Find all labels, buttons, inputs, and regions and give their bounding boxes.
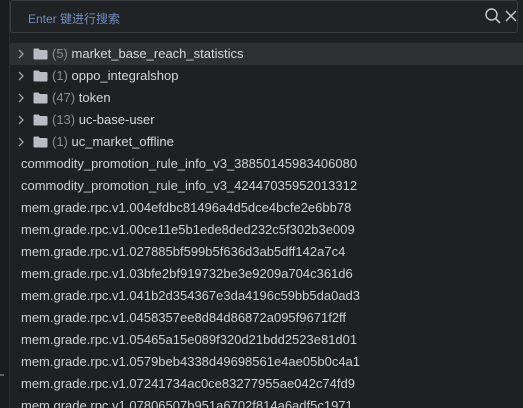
folder-name: uc_market_offline <box>71 134 174 149</box>
key-row[interactable]: mem.grade.rpc.v1.004efdbc81496a4d5dce4bc… <box>10 197 523 219</box>
key-row[interactable]: mem.grade.rpc.v1.05465a15e089f320d21bdd2… <box>10 329 523 351</box>
folder-row[interactable]: (1) uc_market_offline <box>10 131 523 153</box>
chevron-right-icon[interactable] <box>17 137 25 147</box>
folder-name: market_base_reach_statistics <box>71 46 244 61</box>
key-name: mem.grade.rpc.v1.0458357ee8d84d86872a095… <box>21 310 347 325</box>
folder-icon <box>33 70 48 82</box>
close-icon[interactable] <box>503 7 519 25</box>
folder-icon <box>33 48 48 60</box>
key-row[interactable]: mem.grade.rpc.v1.0458357ee8d84d86872a095… <box>10 307 523 329</box>
key-row[interactable]: mem.grade.rpc.v1.07806507b951a6702f814a6… <box>10 395 523 408</box>
folder-label: (47) token <box>52 87 111 109</box>
key-name: commodity_promotion_rule_info_v3_3885014… <box>21 156 358 171</box>
folder-name: uc-base-user <box>78 112 155 127</box>
folder-row[interactable]: (47) token <box>10 87 523 109</box>
key-row[interactable]: commodity_promotion_rule_info_v3_4244703… <box>10 175 523 197</box>
folder-label: (1) oppo_integralshop <box>52 65 179 87</box>
key-tree: (5) market_base_reach_statistics (1) oppo… <box>10 43 523 408</box>
key-row[interactable]: mem.grade.rpc.v1.00ce11e5b1ede8ded232c5f… <box>10 219 523 241</box>
key-browser-panel: Enter 键进行搜索 (5) market_base_reach_statis… <box>0 0 523 408</box>
folder-label: (13) uc-base-user <box>52 109 155 131</box>
chevron-right-icon[interactable] <box>17 115 25 125</box>
search-input[interactable]: Enter 键进行搜索 <box>28 10 120 27</box>
folder-count: (47) <box>52 90 76 105</box>
left-edge-strip <box>0 0 10 408</box>
key-name: mem.grade.rpc.v1.03bfe2bf919732be3e9209a… <box>21 266 353 281</box>
chevron-right-icon[interactable] <box>17 49 25 59</box>
key-row[interactable]: mem.grade.rpc.v1.041b2d354367e3da4196c59… <box>10 285 523 307</box>
folder-row[interactable]: (13) uc-base-user <box>10 109 523 131</box>
key-name: commodity_promotion_rule_info_v3_4244703… <box>21 178 358 193</box>
search-icon[interactable] <box>484 7 502 25</box>
edge-marker <box>0 374 4 376</box>
folder-icon <box>33 92 48 104</box>
key-name: mem.grade.rpc.v1.004efdbc81496a4d5dce4bc… <box>21 200 352 215</box>
folder-count: (1) <box>52 68 68 83</box>
folder-count: (1) <box>52 134 68 149</box>
key-name: mem.grade.rpc.v1.027885bf599b5f636d3ab5d… <box>21 244 346 259</box>
folder-count: (13) <box>52 112 76 127</box>
key-name: mem.grade.rpc.v1.041b2d354367e3da4196c59… <box>21 288 361 303</box>
folder-count: (5) <box>52 46 68 61</box>
folder-label: (5) market_base_reach_statistics <box>52 43 244 65</box>
key-row[interactable]: commodity_promotion_rule_info_v3_3885014… <box>10 153 523 175</box>
key-name: mem.grade.rpc.v1.00ce11e5b1ede8ded232c5f… <box>21 222 355 237</box>
chevron-right-icon[interactable] <box>17 93 25 103</box>
folder-name: token <box>78 90 111 105</box>
folder-row[interactable]: (5) market_base_reach_statistics <box>10 43 523 65</box>
key-row[interactable]: mem.grade.rpc.v1.07241734ac0ce83277955ae… <box>10 373 523 395</box>
key-row[interactable]: mem.grade.rpc.v1.03bfe2bf919732be3e9209a… <box>10 263 523 285</box>
key-row[interactable]: mem.grade.rpc.v1.027885bf599b5f636d3ab5d… <box>10 241 523 263</box>
key-name: mem.grade.rpc.v1.07241734ac0ce83277955ae… <box>21 376 355 391</box>
key-name: mem.grade.rpc.v1.07806507b951a6702f814a6… <box>21 398 353 408</box>
key-name: mem.grade.rpc.v1.0579beb4338d49698561e4a… <box>21 354 361 369</box>
key-name: mem.grade.rpc.v1.05465a15e089f320d21bdd2… <box>21 332 358 347</box>
search-bar[interactable]: Enter 键进行搜索 <box>10 0 518 33</box>
folder-row[interactable]: (1) oppo_integralshop <box>10 65 523 87</box>
folder-icon <box>33 136 48 148</box>
folder-name: oppo_integralshop <box>71 68 179 83</box>
key-row[interactable]: mem.grade.rpc.v1.0579beb4338d49698561e4a… <box>10 351 523 373</box>
folder-label: (1) uc_market_offline <box>52 131 174 153</box>
folder-icon <box>33 114 48 126</box>
chevron-right-icon[interactable] <box>17 71 25 81</box>
